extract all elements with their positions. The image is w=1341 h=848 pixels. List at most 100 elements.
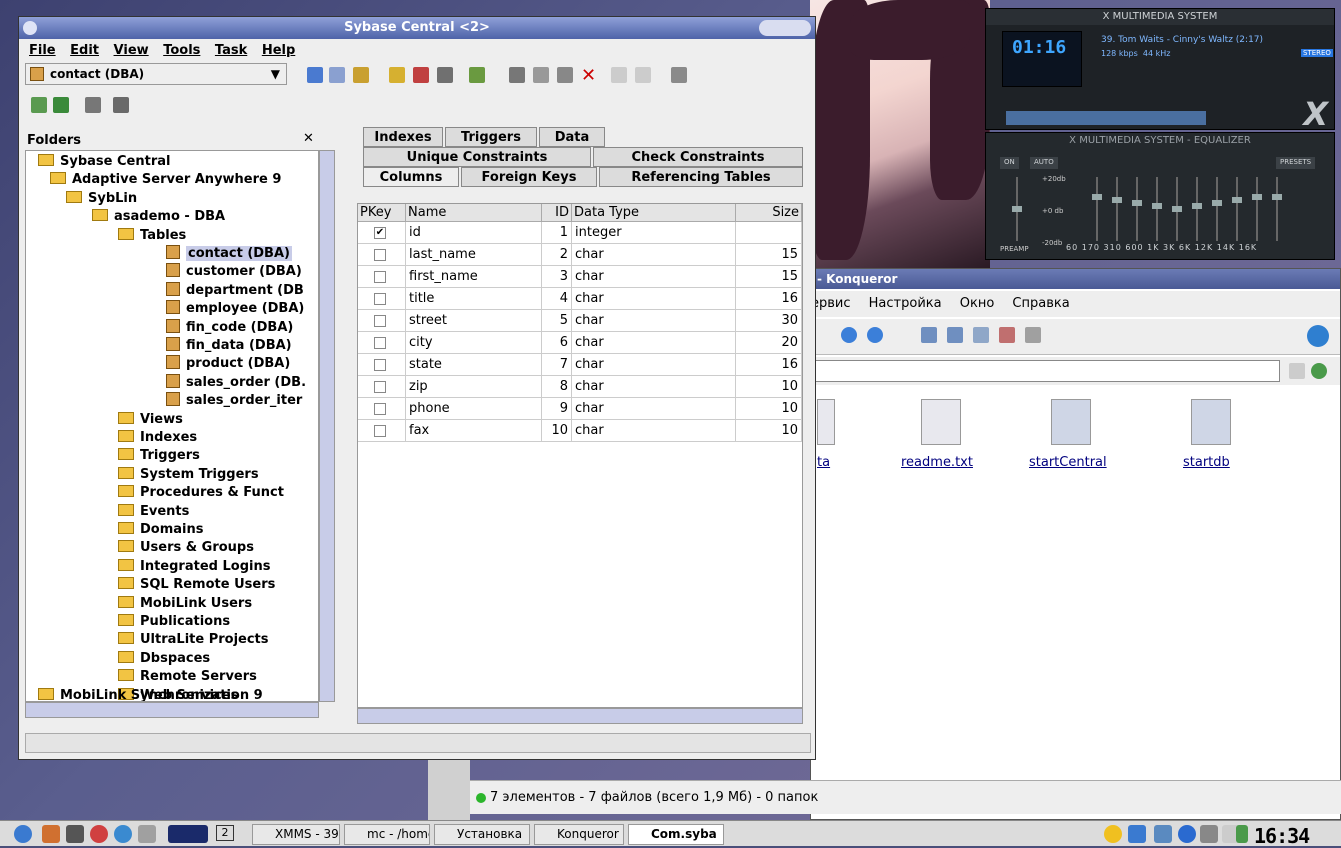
location-field[interactable] [815, 360, 1280, 382]
id-cell[interactable]: 6 [542, 332, 572, 354]
tab-foreign-keys[interactable]: Foreign Keys [461, 167, 597, 187]
performance-monitor-icon[interactable] [31, 97, 47, 113]
delete-icon[interactable]: ✕ [581, 65, 596, 86]
tree-item[interactable]: asademo - DBA [92, 208, 225, 226]
task-button[interactable]: Konqueror [534, 824, 624, 845]
disconnect-icon[interactable] [413, 67, 429, 83]
pkey-cell[interactable] [358, 266, 406, 288]
icon-view-icon[interactable] [921, 327, 937, 343]
id-cell[interactable]: 4 [542, 288, 572, 310]
pkey-checkbox[interactable]: ✔ [374, 227, 386, 239]
tree-item[interactable]: department (DB [166, 281, 304, 300]
network-icon[interactable] [1128, 825, 1146, 843]
xmms-playback-controls[interactable] [1006, 111, 1206, 125]
pkey-cell[interactable] [358, 398, 406, 420]
properties-icon[interactable] [671, 67, 687, 83]
eq-slider[interactable] [1232, 177, 1242, 241]
tree-item[interactable]: UltraLite Projects [118, 631, 269, 649]
kde-menu-icon[interactable] [14, 825, 32, 843]
startdb-file-label[interactable]: startdb [1183, 455, 1230, 470]
type-cell[interactable]: integer [572, 222, 736, 244]
name-cell[interactable]: fax [406, 420, 542, 442]
tree-item[interactable]: fin_code (DBA) [166, 318, 293, 337]
event-log-icon[interactable] [113, 97, 129, 113]
eq-slider[interactable] [1152, 177, 1162, 241]
id-cell[interactable]: 9 [542, 398, 572, 420]
type-cell[interactable]: char [572, 266, 736, 288]
tab-triggers[interactable]: Triggers [445, 127, 537, 147]
tree-item[interactable]: Users & Groups [118, 539, 254, 557]
tree-item[interactable]: fin_data (DBA) [166, 337, 292, 355]
eq-slider-knob[interactable] [1272, 194, 1282, 201]
eq-slider-knob[interactable] [1012, 206, 1022, 212]
size-cell[interactable]: 20 [736, 332, 802, 354]
menu-help[interactable]: Справка [1012, 296, 1069, 311]
tab-data[interactable]: Data [539, 127, 605, 147]
readme-file-label[interactable]: readme.txt [901, 455, 973, 470]
tree-item[interactable]: sales_order_iter [166, 392, 302, 410]
menu-help[interactable]: Help [262, 43, 295, 58]
tree-item[interactable]: Integrated Logins [118, 558, 270, 576]
menu-settings[interactable]: Настройка [869, 296, 942, 311]
tree-item[interactable]: sales_order (DB. [166, 373, 306, 392]
type-cell[interactable]: char [572, 420, 736, 442]
type-cell[interactable]: char [572, 332, 736, 354]
task-button[interactable]: XMMS - 39. [252, 824, 340, 845]
menu-file[interactable]: File [29, 43, 56, 58]
eq-slider[interactable] [1212, 177, 1222, 241]
volume-icon[interactable] [1200, 825, 1218, 843]
type-cell[interactable]: char [572, 376, 736, 398]
connect-icon[interactable] [389, 67, 405, 83]
column-header-name[interactable]: Name [406, 204, 542, 222]
eq-slider-knob[interactable] [1152, 203, 1162, 210]
type-cell[interactable]: char [572, 354, 736, 376]
eq-slider[interactable] [1112, 177, 1122, 241]
type-cell[interactable]: char [572, 244, 736, 266]
office-icon[interactable] [138, 825, 156, 843]
column-header-size[interactable]: Size [736, 204, 802, 222]
name-cell[interactable]: last_name [406, 244, 542, 266]
name-cell[interactable]: state [406, 354, 542, 376]
pkey-checkbox[interactable] [374, 315, 386, 327]
size-cell[interactable]: 16 [736, 354, 802, 376]
menu-task[interactable]: Task [215, 43, 247, 58]
eq-slider-knob[interactable] [1172, 206, 1182, 212]
tree-item[interactable]: Procedures & Funct [118, 484, 284, 502]
tree-item[interactable]: customer (DBA) [166, 263, 302, 281]
id-cell[interactable]: 8 [542, 376, 572, 398]
browser-icon[interactable] [114, 825, 132, 843]
eq-slider-knob[interactable] [1232, 197, 1242, 204]
tree-item[interactable]: Tables [118, 227, 186, 245]
pkey-cell[interactable] [358, 310, 406, 332]
eq-slider[interactable] [1172, 177, 1182, 241]
close-folders-icon[interactable]: ✕ [303, 131, 314, 146]
keyboard-icon[interactable] [1154, 825, 1172, 843]
services-icon[interactable] [437, 67, 453, 83]
tree-view-icon[interactable] [973, 327, 989, 343]
zoom-out-icon[interactable] [867, 327, 883, 343]
pkey-checkbox[interactable] [374, 403, 386, 415]
back-icon[interactable] [307, 67, 323, 83]
column-header-data-type[interactable]: Data Type [572, 204, 736, 222]
menu-view[interactable]: View [114, 43, 149, 58]
eq-slider[interactable] [1192, 177, 1202, 241]
tree-item[interactable]: employee (DBA) [166, 300, 304, 318]
go-icon[interactable] [1311, 363, 1327, 379]
task-button[interactable]: mc - /home [344, 824, 430, 845]
size-cell[interactable]: 15 [736, 266, 802, 288]
sybase-title[interactable]: Sybase Central <2> [19, 17, 815, 39]
pkey-cell[interactable] [358, 354, 406, 376]
pkey-cell[interactable]: ✔ [358, 222, 406, 244]
smiley-icon[interactable] [1104, 825, 1122, 843]
type-cell[interactable]: char [572, 310, 736, 332]
tree-item[interactable]: Views [118, 411, 183, 429]
help-icon[interactable] [90, 825, 108, 843]
location-dropdown-icon[interactable] [1289, 363, 1305, 379]
column-header-pkey[interactable]: PKey [358, 204, 406, 222]
column-header-id[interactable]: ID [542, 204, 572, 222]
name-cell[interactable]: street [406, 310, 542, 332]
tab-check-constraints[interactable]: Check Constraints [593, 147, 803, 167]
tree-item[interactable]: Adaptive Server Anywhere 9 [50, 171, 281, 189]
name-cell[interactable]: title [406, 288, 542, 310]
task-button[interactable]: Установка [434, 824, 530, 845]
